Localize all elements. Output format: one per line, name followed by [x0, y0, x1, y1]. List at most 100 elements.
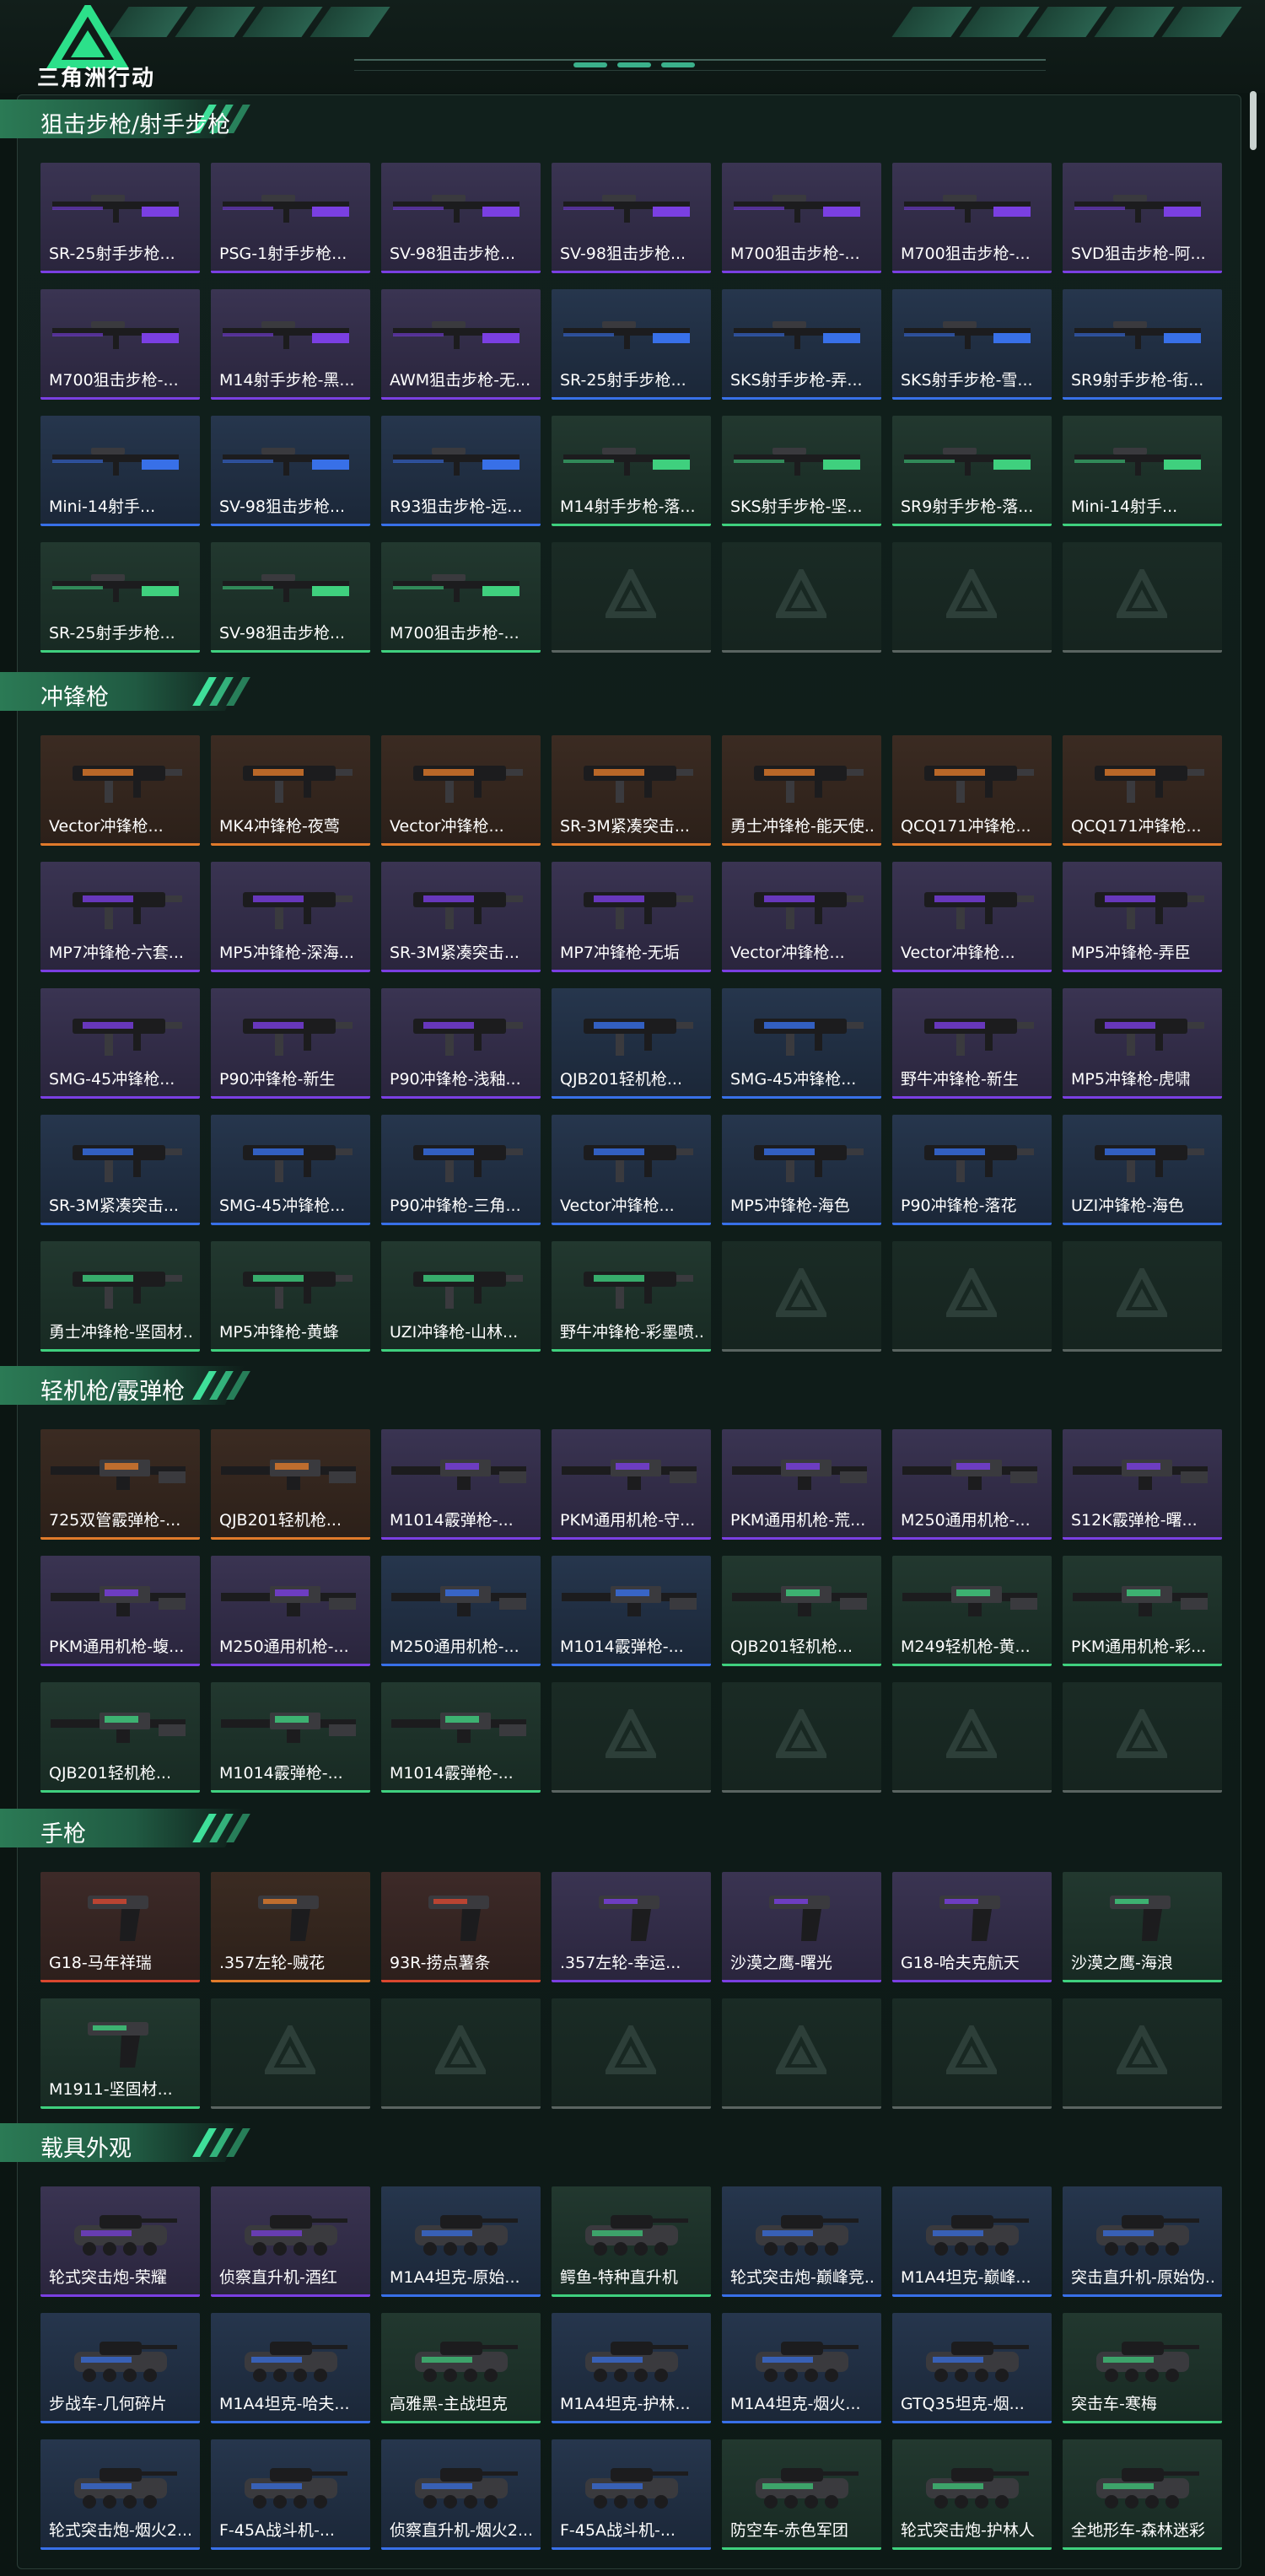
skin-card[interactable]: 侦察直升机-酒红 — [211, 2186, 370, 2297]
skin-card[interactable]: 野牛冲锋枪-彩墨喷... — [552, 1241, 711, 1352]
skin-card[interactable]: P90冲锋枪-浅釉... — [381, 988, 541, 1099]
skin-card[interactable]: SMG-45冲锋枪... — [40, 988, 200, 1099]
skin-card[interactable]: SV-98狙击步枪... — [381, 163, 541, 273]
skin-card[interactable]: QJB201轻机枪... — [552, 988, 711, 1099]
skin-card[interactable]: F-45A战斗机-... — [552, 2439, 711, 2550]
skin-card[interactable]: SR-3M紧凑突击... — [381, 862, 541, 972]
skin-card[interactable]: M250通用机枪-... — [381, 1556, 541, 1666]
skin-card[interactable]: 突击直升机-原始伪... — [1063, 2186, 1222, 2297]
skin-card[interactable]: MP7冲锋枪-六套... — [40, 862, 200, 972]
skin-card[interactable]: Vector冲锋枪... — [892, 862, 1052, 972]
skin-card[interactable]: QJB201轻机枪... — [40, 1682, 200, 1793]
skin-card[interactable]: S12K霰弹枪-曙... — [1063, 1429, 1222, 1540]
skin-card[interactable]: M1A4坦克-巅峰... — [892, 2186, 1052, 2297]
skin-card[interactable]: SR-25射手步枪... — [40, 542, 200, 653]
skin-card[interactable]: PKM通用机枪-彩... — [1063, 1556, 1222, 1666]
skin-card[interactable]: SR-3M紧凑突击... — [40, 1115, 200, 1225]
skin-card[interactable]: 高雅黑-主战坦克 — [381, 2313, 541, 2423]
skin-card[interactable]: M1014霰弹枪-... — [211, 1682, 370, 1793]
skin-card[interactable]: M1A4坦克-哈夫... — [211, 2313, 370, 2423]
skin-card[interactable]: MP5冲锋枪-深海... — [211, 862, 370, 972]
skin-card[interactable]: M1014霰弹枪-... — [381, 1429, 541, 1540]
skin-card[interactable]: SR-25射手步枪... — [40, 163, 200, 273]
skin-card[interactable]: MK4冲锋枪-夜莺 — [211, 735, 370, 846]
skin-card[interactable]: 侦察直升机-烟火2... — [381, 2439, 541, 2550]
skin-card[interactable]: SVD狙击步枪-阿... — [1063, 163, 1222, 273]
skin-card[interactable]: SV-98狙击步枪... — [211, 542, 370, 653]
skin-card[interactable]: 轮式突击炮-烟火2... — [40, 2439, 200, 2550]
skin-card[interactable]: M1A4坦克-烟火... — [722, 2313, 881, 2423]
skin-card[interactable]: Vector冲锋枪... — [552, 1115, 711, 1225]
skin-card[interactable]: SV-98狙击步枪... — [552, 163, 711, 273]
skin-card[interactable]: SV-98狙击步枪... — [211, 416, 370, 526]
skin-card[interactable]: UZI冲锋枪-山林... — [381, 1241, 541, 1352]
skin-card[interactable]: M1A4坦克-护林... — [552, 2313, 711, 2423]
skin-card[interactable]: 野牛冲锋枪-新生 — [892, 988, 1052, 1099]
skin-card[interactable]: M1A4坦克-原始... — [381, 2186, 541, 2297]
skin-card[interactable]: SKS射手步枪-坚... — [722, 416, 881, 526]
skin-card[interactable]: 轮式突击炮-巅峰竞... — [722, 2186, 881, 2297]
skin-card[interactable]: 轮式突击炮-荣耀 — [40, 2186, 200, 2297]
skin-card[interactable]: 突击车-寒梅 — [1063, 2313, 1222, 2423]
skin-card[interactable]: Vector冲锋枪... — [381, 735, 541, 846]
skin-card[interactable]: .357左轮-幸运... — [552, 1872, 711, 1982]
skin-card[interactable]: .357左轮-贼花 — [211, 1872, 370, 1982]
skin-card[interactable]: 防空车-赤色军团 — [722, 2439, 881, 2550]
skin-card[interactable]: M1014霰弹枪-... — [381, 1682, 541, 1793]
skin-card[interactable]: 步战车-几何碎片 — [40, 2313, 200, 2423]
skin-card[interactable]: GTQ35坦克-烟... — [892, 2313, 1052, 2423]
skin-card[interactable]: MP5冲锋枪-虎啸 — [1063, 988, 1222, 1099]
skin-card[interactable]: MP5冲锋枪-海色 — [722, 1115, 881, 1225]
skin-card[interactable]: UZI冲锋枪-海色 — [1063, 1115, 1222, 1225]
skin-card[interactable]: PKM通用机枪-荒... — [722, 1429, 881, 1540]
skin-card[interactable]: 全地形车-森林迷彩 — [1063, 2439, 1222, 2550]
skin-card[interactable]: M1014霰弹枪-... — [552, 1556, 711, 1666]
skin-card[interactable]: SKS射手步枪-弄... — [722, 289, 881, 400]
skin-card[interactable]: SMG-45冲锋枪... — [722, 988, 881, 1099]
skin-card[interactable]: Mini-14射手... — [1063, 416, 1222, 526]
skin-card[interactable]: F-45A战斗机-... — [211, 2439, 370, 2550]
skin-card[interactable]: P90冲锋枪-三角... — [381, 1115, 541, 1225]
skin-card[interactable]: QJB201轻机枪... — [211, 1429, 370, 1540]
skin-card[interactable]: MP7冲锋枪-无垢 — [552, 862, 711, 972]
skin-card[interactable]: QJB201轻机枪... — [722, 1556, 881, 1666]
skin-card[interactable]: M14射手步枪-黑... — [211, 289, 370, 400]
skin-card[interactable]: 勇士冲锋枪-能天使... — [722, 735, 881, 846]
skin-card[interactable]: AWM狙击步枪-无... — [381, 289, 541, 400]
skin-card[interactable]: 93R-捞点薯条 — [381, 1872, 541, 1982]
skin-card[interactable]: 轮式突击炮-护林人 — [892, 2439, 1052, 2550]
skin-card[interactable]: P90冲锋枪-新生 — [211, 988, 370, 1099]
skin-card[interactable]: SR9射手步枪-落... — [892, 416, 1052, 526]
skin-card[interactable]: P90冲锋枪-落花 — [892, 1115, 1052, 1225]
skin-card[interactable]: SR-3M紧凑突击... — [552, 735, 711, 846]
skin-card[interactable]: 沙漠之鹰-海浪 — [1063, 1872, 1222, 1982]
skin-card[interactable]: SR9射手步枪-街... — [1063, 289, 1222, 400]
skin-card[interactable]: M700狙击步枪-... — [892, 163, 1052, 273]
skin-card[interactable]: M249轻机枪-黄... — [892, 1556, 1052, 1666]
skin-card[interactable]: SKS射手步枪-雪... — [892, 289, 1052, 400]
skin-card[interactable]: G18-马年祥瑞 — [40, 1872, 200, 1982]
skin-card[interactable]: M700狙击步枪-... — [40, 289, 200, 400]
skin-card[interactable]: MP5冲锋枪-弄臣 — [1063, 862, 1222, 972]
skin-card[interactable]: R93狙击步枪-远... — [381, 416, 541, 526]
skin-card[interactable]: Mini-14射手... — [40, 416, 200, 526]
skin-card[interactable]: SMG-45冲锋枪... — [211, 1115, 370, 1225]
skin-card[interactable]: PKM通用机枪-蝮... — [40, 1556, 200, 1666]
skin-card[interactable]: M250通用机枪-... — [211, 1556, 370, 1666]
skin-card[interactable]: M250通用机枪-... — [892, 1429, 1052, 1540]
skin-card[interactable]: QCQ171冲锋枪... — [892, 735, 1052, 846]
skin-card[interactable]: QCQ171冲锋枪... — [1063, 735, 1222, 846]
skin-card[interactable]: Vector冲锋枪... — [722, 862, 881, 972]
skin-card[interactable]: M700狙击步枪-... — [722, 163, 881, 273]
skin-card[interactable]: 725双管霰弹枪-... — [40, 1429, 200, 1540]
skin-card[interactable]: MP5冲锋枪-黄蜂 — [211, 1241, 370, 1352]
skin-card[interactable]: 沙漠之鹰-曙光 — [722, 1872, 881, 1982]
skin-card[interactable]: M1911-坚固材... — [40, 1998, 200, 2109]
skin-card[interactable]: PKM通用机枪-守... — [552, 1429, 711, 1540]
skin-card[interactable]: 勇士冲锋枪-坚固材... — [40, 1241, 200, 1352]
skin-card[interactable]: M700狙击步枪-... — [381, 542, 541, 653]
skin-card[interactable]: SR-25射手步枪... — [552, 289, 711, 400]
skin-card[interactable]: G18-哈夫克航天 — [892, 1872, 1052, 1982]
skin-card[interactable]: PSG-1射手步枪... — [211, 163, 370, 273]
skin-card[interactable]: M14射手步枪-落... — [552, 416, 711, 526]
